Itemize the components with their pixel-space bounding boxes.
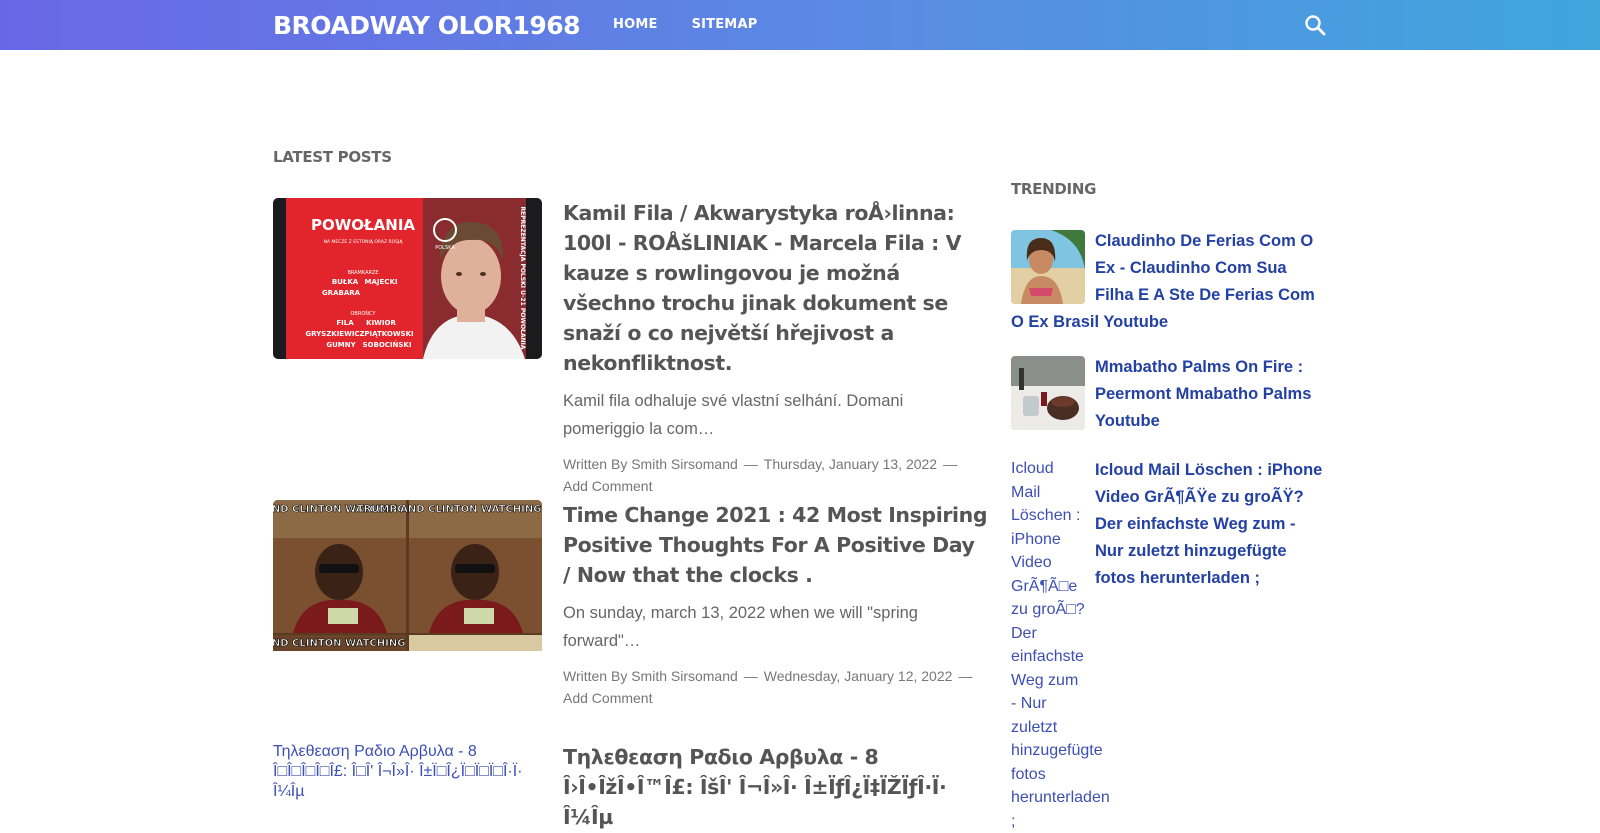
trending-item: Mmabatho Palms On Fire : Peermont Mmabat… — [1011, 354, 1325, 435]
thumb-name: FILA — [336, 319, 354, 327]
post-author[interactable]: Written By Smith Sirsomand — [563, 456, 738, 472]
meme-graphic: TRUMP AND CLINTON WATCHING JILL LIKE TRU… — [273, 500, 542, 651]
post-title[interactable]: Time Change 2021 : 42 Most Inspiring Pos… — [563, 500, 988, 590]
post-title[interactable]: Τηλεθεαση Ραδιο Αρβυλα - 8 Î›Î•ÎžÎ•Î™Î£:… — [563, 742, 988, 832]
nav-sitemap[interactable]: SITEMAP — [692, 17, 758, 32]
trending-title[interactable]: Mmabatho Palms On Fire : Peermont Mmabat… — [1095, 358, 1311, 430]
thumb-sub-text: NA MECZE Z ESTONIĄ ORAZ ROSJĄ — [324, 239, 404, 245]
latest-posts-heading: LATEST POSTS — [273, 148, 392, 166]
post-thumbnail[interactable]: TRUMP AND CLINTON WATCHING JILL LIKE TRU… — [273, 500, 542, 661]
post-author[interactable]: Written By Smith Sirsomand — [563, 668, 738, 684]
thumb-name: GRABARA — [322, 289, 361, 297]
broken-image-alt[interactable]: Icloud Mail Löschen : iPhone Video GrÃ¶Ã… — [1011, 457, 1110, 833]
main-nav: HOME SITEMAP — [613, 17, 757, 32]
beach-photo-icon[interactable] — [1011, 230, 1085, 304]
trending-item: Claudinho De Ferias Com O Ex - Claudinho… — [1011, 228, 1325, 336]
post-body: Kamil Fila / Akwarystyka roÅ›linna: 100l… — [563, 198, 988, 497]
nav-home[interactable]: HOME — [613, 17, 658, 32]
site-brand[interactable]: BROADWAY OLOR1968 — [273, 11, 581, 40]
post-body: Τηλεθεαση Ραδιο Αρβυλα - 8 Î›Î•ÎžÎ•Î™Î£:… — [563, 742, 988, 832]
powolania-graphic: POLSKA REPREZENTACJA POLSKI U-21 POWOŁAN… — [273, 198, 542, 359]
thumb-name: KIWIOR — [366, 319, 396, 327]
thumb-name: BUŁKA — [332, 278, 359, 286]
trending-heading: TRENDING — [1011, 180, 1097, 198]
thumb-section-label: BRAMKARZE — [347, 270, 378, 276]
post-excerpt: On sunday, march 13, 2022 when we will "… — [563, 604, 918, 650]
thumb-side-text: REPREZENTACJA POLSKI U-21 POWOŁANIA — [519, 207, 526, 350]
meme-caption: TRUMP AND CLINTON WATCHING JILL LIKE — [357, 504, 542, 515]
thumb-name: SOBOCIŃSKI — [363, 340, 412, 349]
post-title[interactable]: Kamil Fila / Akwarystyka roÅ›linna: 100l… — [563, 198, 988, 378]
header-bar: BROADWAY OLOR1968 HOME SITEMAP — [0, 0, 1600, 50]
trending-title[interactable]: Icloud Mail Löschen : iPhone Video GrÃ¶Ã… — [1095, 461, 1322, 587]
post-meta: Written By Smith Sirsomand — Wednesday, Ja… — [563, 668, 973, 706]
search-icon[interactable] — [1303, 13, 1327, 37]
trending-item: Icloud Mail Löschen : iPhone Video GrÃ¶Ã… — [1011, 457, 1325, 833]
add-comment-link[interactable]: Add Comment — [563, 690, 652, 706]
post-excerpt: Kamil fila odhaluje své vlastní selhání.… — [563, 392, 904, 438]
thumb-name: GUMNY — [326, 341, 356, 349]
thumb-name: GRYSZKIEWICZ — [305, 330, 364, 338]
thumb-name: PIĄTKOWSKI — [364, 330, 413, 338]
post-body: Time Change 2021 : 42 Most Inspiring Pos… — [563, 500, 988, 709]
post-thumbnail[interactable]: POLSKA REPREZENTACJA POLSKI U-21 POWOŁAN… — [273, 198, 542, 359]
post-date: Wednesday, January 12, 2022 — [763, 668, 953, 684]
thumb-heading-text: POWOŁANIA — [311, 216, 415, 234]
restaurant-photo-icon[interactable] — [1011, 356, 1085, 430]
post-meta: Written By Smith Sirsomand — Thursday, Jan… — [563, 456, 958, 494]
thumb-name: MAJECKI — [365, 278, 398, 286]
broken-image-alt[interactable]: Τηλεθεαση Ραδιο Αρβυλα - 8 Î□Î□Î□Î□Î£: Î… — [273, 742, 542, 802]
thumb-logo-text: POLSKA — [435, 245, 455, 251]
add-comment-link[interactable]: Add Comment — [563, 478, 652, 494]
post-date: Thursday, January 13, 2022 — [763, 456, 938, 472]
thumb-section-label: OBROŃCY — [351, 310, 377, 317]
